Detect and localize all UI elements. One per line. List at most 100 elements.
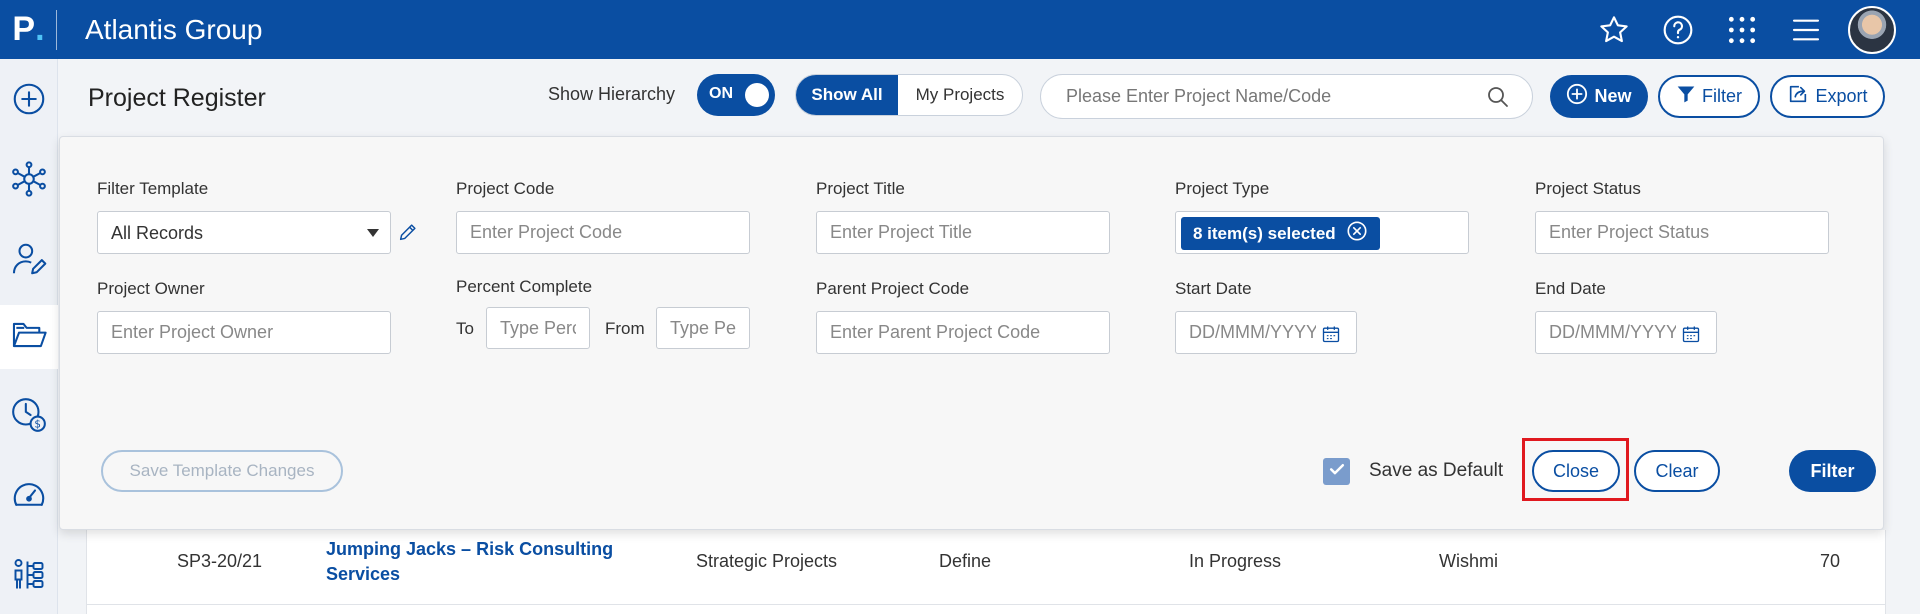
clear-button[interactable]: Clear: [1634, 450, 1720, 492]
network-icon: [10, 160, 48, 203]
project-title-input[interactable]: [817, 212, 1109, 253]
title-line-1: Jumping Jacks – Risk Consulting: [326, 539, 614, 559]
filter-button[interactable]: Filter: [1658, 75, 1760, 118]
project-scope-switch: Show All My Projects: [795, 74, 1023, 116]
project-code-input[interactable]: [457, 212, 749, 253]
logo-divider: [56, 10, 57, 50]
new-button[interactable]: New: [1550, 75, 1648, 118]
search-icon[interactable]: [1486, 85, 1510, 114]
left-sidebar: $: [0, 59, 58, 614]
close-circle-icon[interactable]: [1346, 220, 1368, 247]
save-template-changes-button[interactable]: Save Template Changes: [101, 450, 343, 492]
cell-phase: Define: [939, 551, 992, 571]
logo-letter: P: [12, 10, 36, 48]
start-date-label: Start Date: [1175, 279, 1252, 298]
project-code-field[interactable]: [456, 211, 750, 254]
show-hierarchy-label: Show Hierarchy: [548, 84, 676, 104]
pencil-icon[interactable]: [397, 221, 419, 248]
project-type-chip[interactable]: 8 item(s) selected: [1181, 217, 1380, 250]
app-title: Atlantis Group: [85, 14, 263, 45]
user-edit-icon: [10, 240, 48, 283]
filter-button-label: Filter: [1702, 86, 1742, 106]
cell-percent: 70: [1820, 551, 1841, 571]
sidebar-item-projects[interactable]: [0, 305, 58, 369]
project-title-label: Project Title: [816, 179, 905, 198]
show-all-button[interactable]: Show All: [796, 75, 898, 115]
chip-label: 8 item(s) selected: [1193, 223, 1336, 243]
top-bar: P. Atlantis Group: [0, 0, 1920, 59]
sidebar-item-time-billing[interactable]: $: [0, 385, 58, 449]
percent-to-label: To: [456, 319, 474, 338]
apps-grid-icon[interactable]: [1722, 10, 1762, 50]
percent-complete-label: Percent Complete: [456, 277, 593, 296]
percent-from-label: From: [605, 319, 645, 338]
apply-filter-button[interactable]: Filter: [1789, 450, 1876, 492]
percent-to-field[interactable]: [486, 307, 590, 349]
calendar-icon[interactable]: [1321, 324, 1341, 349]
end-date-field[interactable]: [1535, 311, 1717, 354]
add-icon: [11, 81, 47, 122]
sidebar-item-add[interactable]: [0, 69, 58, 133]
percent-from-field[interactable]: [656, 307, 750, 349]
calendar-icon[interactable]: [1681, 324, 1701, 349]
project-code-label: Project Code: [456, 179, 555, 198]
project-owner-label: Project Owner: [97, 279, 205, 298]
folder-icon: [10, 316, 48, 359]
cell-project-code: SP3-20/21: [177, 551, 263, 571]
project-status-label: Project Status: [1535, 179, 1641, 198]
project-status-input[interactable]: [1536, 212, 1828, 253]
filter-template-value: All Records: [111, 223, 204, 243]
sidebar-item-org-chart[interactable]: [0, 545, 58, 609]
plus-circle-icon: [1566, 83, 1588, 110]
dashboard-gauge-icon: [11, 477, 47, 518]
export-icon: [1787, 83, 1809, 110]
save-as-default-label: Save as Default: [1369, 460, 1504, 481]
filter-template-select[interactable]: All Records: [97, 211, 391, 254]
toggle-knob: [745, 83, 769, 107]
toggle-text: ON: [709, 85, 733, 102]
export-button-label: Export: [1815, 86, 1868, 106]
chevron-down-icon: [367, 229, 379, 237]
percent-from-input[interactable]: [657, 308, 749, 348]
title-line-2: Services: [326, 564, 401, 584]
project-status-field[interactable]: [1535, 211, 1829, 254]
menu-icon[interactable]: [1786, 10, 1826, 50]
star-icon[interactable]: [1594, 10, 1634, 50]
show-hierarchy-toggle[interactable]: ON: [697, 74, 775, 116]
start-date-field[interactable]: [1175, 311, 1357, 354]
org-chart-icon: [11, 557, 47, 598]
time-billing-icon: $: [10, 396, 48, 439]
app-logo[interactable]: P.: [0, 0, 57, 59]
save-as-default-checkbox[interactable]: [1323, 458, 1350, 485]
project-owner-input[interactable]: [98, 312, 390, 353]
svg-text:$: $: [34, 418, 41, 430]
page-title: Project Register: [88, 84, 266, 112]
filter-template-label: Filter Template: [97, 179, 209, 198]
export-button[interactable]: Export: [1770, 75, 1885, 118]
project-search: [1040, 74, 1533, 119]
cell-project-type: Strategic Projects: [696, 551, 838, 571]
new-button-label: New: [1594, 86, 1632, 106]
user-avatar[interactable]: [1848, 6, 1896, 54]
parent-project-code-input[interactable]: [817, 312, 1109, 353]
table-row-divider: [86, 604, 1886, 605]
sidebar-item-network[interactable]: [0, 149, 58, 213]
project-type-multiselect[interactable]: 8 item(s) selected: [1175, 211, 1469, 254]
search-input[interactable]: [1066, 86, 1466, 107]
end-date-label: End Date: [1535, 279, 1606, 298]
help-icon[interactable]: [1658, 10, 1698, 50]
check-icon: [1327, 459, 1347, 484]
cell-status: In Progress: [1189, 551, 1282, 571]
sidebar-item-dashboard[interactable]: [0, 465, 58, 529]
cell-project-title-link[interactable]: Jumping Jacks – Risk Consulting Services: [326, 537, 626, 587]
parent-project-code-label: Parent Project Code: [816, 279, 970, 298]
percent-to-input[interactable]: [487, 308, 589, 348]
cell-owner: Wishmi: [1439, 551, 1498, 571]
my-projects-button[interactable]: My Projects: [898, 75, 1022, 115]
close-button[interactable]: Close: [1532, 450, 1620, 492]
funnel-icon: [1676, 84, 1696, 109]
sidebar-item-user-edit[interactable]: [0, 229, 58, 293]
project-title-field[interactable]: [816, 211, 1110, 254]
project-owner-field[interactable]: [97, 311, 391, 354]
parent-project-code-field[interactable]: [816, 311, 1110, 354]
